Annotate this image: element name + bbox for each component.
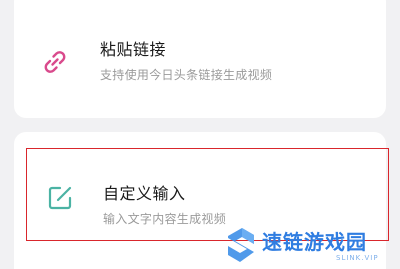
custom-input-title: 自定义输入: [103, 184, 186, 203]
watermark-text: 速链游戏园: [262, 230, 367, 254]
paste-link-subtitle: 支持使用今日头条链接生成视频: [100, 68, 273, 82]
paste-link-title: 粘贴链接: [100, 40, 167, 59]
watermark-subtext: SLINK.VIP: [336, 254, 379, 262]
screen: 粘贴链接 支持使用今日头条链接生成视频 自定义输入 输入文字内容生成视频 速链游…: [0, 0, 400, 269]
watermark: 速链游戏园 SLINK.VIP: [224, 222, 400, 269]
paste-link-card: 粘贴链接 支持使用今日头条链接生成视频: [14, 0, 386, 118]
paste-link-option[interactable]: 粘贴链接 支持使用今日头条链接生成视频: [14, 0, 386, 110]
custom-input-subtitle: 输入文字内容生成视频: [103, 212, 227, 226]
edit-icon: [45, 183, 75, 213]
link-icon: [40, 47, 70, 77]
watermark-logo-icon: [224, 224, 258, 266]
